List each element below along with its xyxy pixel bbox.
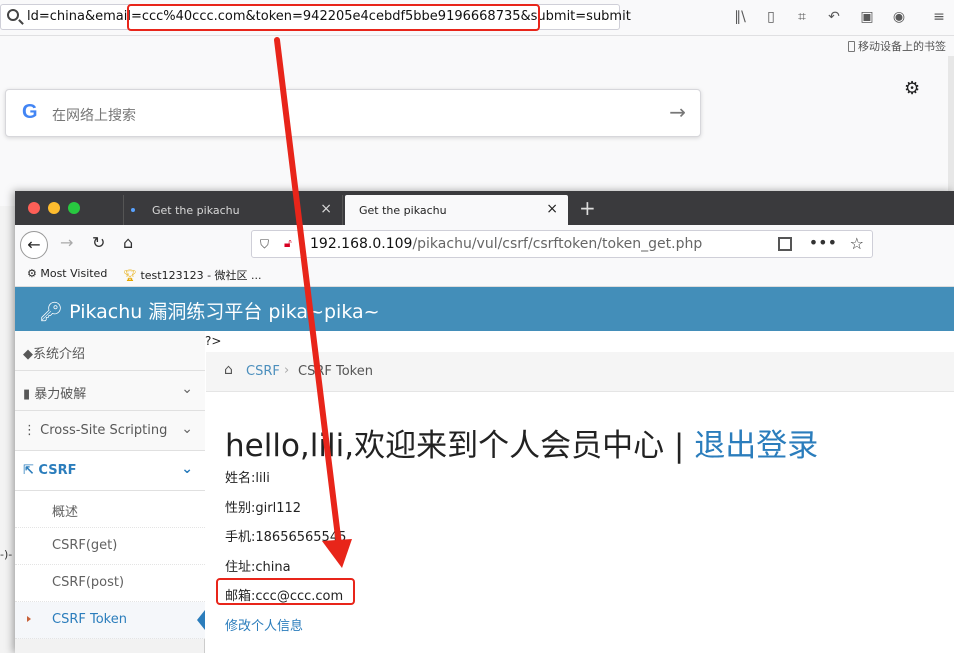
annotation-arrow [274, 37, 352, 568]
annotation-arrow-shaft [274, 37, 342, 548]
annotation-arrow-head [322, 539, 352, 568]
